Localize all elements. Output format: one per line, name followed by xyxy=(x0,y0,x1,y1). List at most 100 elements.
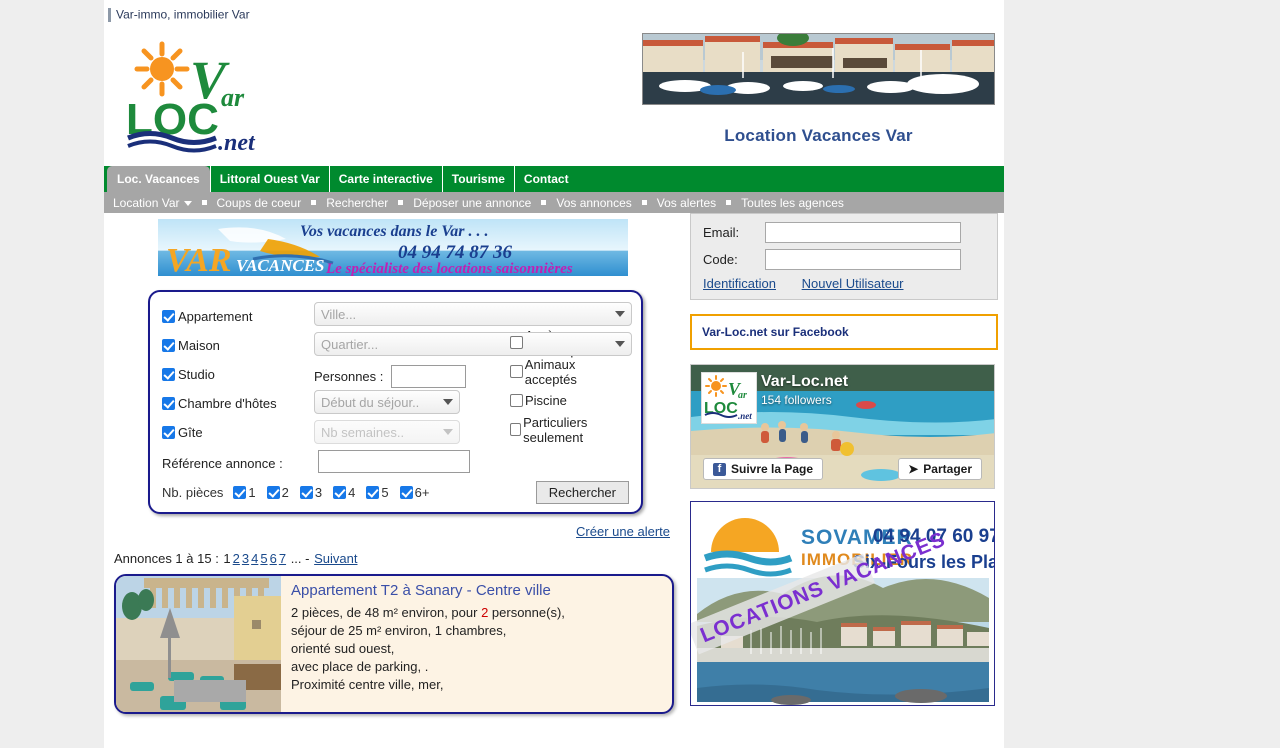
nav-tab-littoral-ouest-var[interactable]: Littoral Ouest Var xyxy=(209,166,329,192)
listing-line-4: avec place de parking, . xyxy=(291,659,429,674)
subnav-label: Location Var xyxy=(113,195,180,210)
city-select-value: Ville... xyxy=(321,306,357,322)
checkbox-row-gite: Gîte xyxy=(162,418,314,447)
checkbox-rooms-6plus[interactable] xyxy=(399,486,413,499)
checkbox-label-appartement[interactable]: Appartement xyxy=(178,309,252,324)
chevron-down-icon xyxy=(615,341,625,347)
pagination-page-3[interactable]: 3 xyxy=(242,551,249,566)
checkbox-label-piscine[interactable]: Piscine xyxy=(525,393,567,408)
checkbox-label-maison[interactable]: Maison xyxy=(178,338,220,353)
start-date-select[interactable]: Début du séjour.. xyxy=(314,390,460,414)
listing-title[interactable]: Appartement T2 à Sanary - Centre ville xyxy=(291,582,565,599)
listing-card[interactable]: Appartement T2 à Sanary - Centre ville 2… xyxy=(114,574,674,714)
subnav-separator xyxy=(541,200,547,205)
reference-label: Référence annonce : xyxy=(162,455,283,471)
checkbox-rooms-4[interactable] xyxy=(333,486,347,499)
left-column: VAR VACANCES Vos vacances dans le Var . … xyxy=(104,213,684,714)
listing-line-3: orienté sud ouest, xyxy=(291,641,395,656)
checkbox-animaux-acceptes[interactable] xyxy=(510,365,523,378)
subnav-item-toutes-les-agences[interactable]: Toutes les agences xyxy=(737,196,848,210)
checkbox-label-animaux-acceptes[interactable]: Animaux acceptés xyxy=(525,357,629,387)
facebook-page-name: Var-Loc.net xyxy=(761,373,849,390)
subnav-item-deposer-une-annonce[interactable]: Déposer une annonce xyxy=(409,196,535,210)
checkbox-chambre-dhotes[interactable] xyxy=(162,397,175,410)
checkbox-label-gite[interactable]: Gîte xyxy=(178,425,203,440)
nav-tab-carte-interactive[interactable]: Carte interactive xyxy=(328,166,442,192)
identification-link[interactable]: Identification xyxy=(703,276,776,291)
checkbox-label-rooms-5[interactable]: 5 xyxy=(381,485,388,500)
subnav-item-vos-alertes[interactable]: Vos alertes xyxy=(653,196,720,210)
facebook-icon: f xyxy=(713,462,726,476)
checkbox-studio[interactable] xyxy=(162,368,175,381)
reference-input[interactable] xyxy=(318,450,470,473)
checkbox-rooms-1[interactable] xyxy=(233,486,247,499)
var-vacances-banner[interactable]: VAR VACANCES Vos vacances dans le Var . … xyxy=(158,219,628,276)
email-input[interactable] xyxy=(765,222,961,243)
subnav-separator xyxy=(641,200,647,205)
subnav-item-rechercher[interactable]: Rechercher xyxy=(322,196,392,210)
rooms-label: Nb. pièces xyxy=(162,485,224,500)
checkbox-maison[interactable] xyxy=(162,339,175,352)
nav-tab-contact[interactable]: Contact xyxy=(513,166,578,192)
checkbox-rooms-5[interactable] xyxy=(366,486,380,499)
city-select[interactable]: Ville... xyxy=(314,302,632,326)
checkbox-label-chambre-dhotes[interactable]: Chambre d'hôtes xyxy=(178,396,277,411)
checkbox-rooms-3[interactable] xyxy=(299,486,313,499)
pagination-page-2[interactable]: 2 xyxy=(233,551,240,566)
email-label: Email: xyxy=(703,225,740,240)
subnav-item-coups-de-coeur[interactable]: Coups de coeur xyxy=(213,196,306,210)
pagination-page-5[interactable]: 5 xyxy=(260,551,267,566)
checkbox-gite[interactable] xyxy=(162,426,175,439)
pagination-page-6[interactable]: 6 xyxy=(270,551,277,566)
checkbox-piscine[interactable] xyxy=(510,394,523,407)
header-photo xyxy=(642,33,995,105)
weeks-select[interactable]: Nb semaines.. xyxy=(314,420,460,444)
facebook-follow-button[interactable]: f Suivre la Page xyxy=(703,458,824,480)
site-logo[interactable]: V ar LOC .net xyxy=(118,36,288,156)
checkbox-acces-handicapes[interactable] xyxy=(510,336,523,349)
property-type-group: Appartement Maison Studio Chambre d'hôte… xyxy=(162,302,314,477)
subnav-item-location-var[interactable]: Location Var xyxy=(109,196,196,210)
pagination-page-4[interactable]: 4 xyxy=(251,551,258,566)
checkbox-label-rooms-3[interactable]: 3 xyxy=(315,485,322,500)
pagination: Annonces 1 à 15 : 1234567 ... - Suivant xyxy=(114,551,684,566)
search-submit-button[interactable]: Rechercher xyxy=(535,481,629,504)
create-alert-link[interactable]: Créer une alerte xyxy=(576,524,670,539)
code-input[interactable] xyxy=(765,249,961,270)
svg-text:.net: .net xyxy=(738,411,752,421)
chevron-down-icon xyxy=(183,200,192,206)
nav-tab-loc-vacances[interactable]: Loc. Vacances xyxy=(107,166,210,192)
checkbox-row-rooms-4: 4 xyxy=(333,485,355,500)
chevron-down-icon xyxy=(615,311,625,317)
checkbox-label-particuliers-seulement[interactable]: Particuliers seulement xyxy=(523,415,629,445)
checkbox-particuliers-seulement[interactable] xyxy=(510,423,522,436)
sovamer-ad[interactable]: SOVAMER IMMOBILIER 04 94 07 60 97 Six-Fo… xyxy=(690,501,995,706)
district-select[interactable]: Quartier... xyxy=(314,332,632,356)
pagination-next-link[interactable]: Suivant xyxy=(314,551,357,566)
subnav-item-vos-annonces[interactable]: Vos annonces xyxy=(552,196,635,210)
checkbox-label-rooms-1[interactable]: 1 xyxy=(248,485,255,500)
checkbox-label-studio[interactable]: Studio xyxy=(178,367,215,382)
subnav-separator xyxy=(201,200,207,205)
checkbox-row-animaux-acceptes: Animaux acceptés xyxy=(510,357,629,387)
pagination-page-7[interactable]: 7 xyxy=(279,551,286,566)
checkbox-label-rooms-4[interactable]: 4 xyxy=(348,485,355,500)
checkbox-label-rooms-6plus[interactable]: 6+ xyxy=(415,485,430,500)
start-date-value: Début du séjour.. xyxy=(321,394,420,410)
page-title: Location Vacances Var xyxy=(724,126,913,145)
listing-photo xyxy=(116,576,281,712)
listing-line-1: 2 pièces, de 48 m² environ, pour 2 perso… xyxy=(291,604,565,622)
svg-text:Le spécialiste des locations s: Le spécialiste des locations saisonnière… xyxy=(325,261,573,276)
login-links: Identification Nouvel Utilisateur xyxy=(703,276,987,291)
checkbox-appartement[interactable] xyxy=(162,310,175,323)
top-strip-marker xyxy=(108,7,111,22)
subnav-separator xyxy=(311,200,317,205)
new-user-link[interactable]: Nouvel Utilisateur xyxy=(802,276,904,291)
facebook-share-button[interactable]: ➤ Partager xyxy=(898,458,982,480)
checkbox-label-rooms-2[interactable]: 2 xyxy=(282,485,289,500)
page-container: Var-immo, immobilier Var V ar LOC .net L… xyxy=(104,0,1004,748)
persons-input[interactable] xyxy=(391,364,467,388)
checkbox-rooms-2[interactable] xyxy=(266,486,280,499)
checkbox-row-chambre-dhotes: Chambre d'hôtes xyxy=(162,389,314,418)
nav-tab-tourisme[interactable]: Tourisme xyxy=(441,166,514,192)
